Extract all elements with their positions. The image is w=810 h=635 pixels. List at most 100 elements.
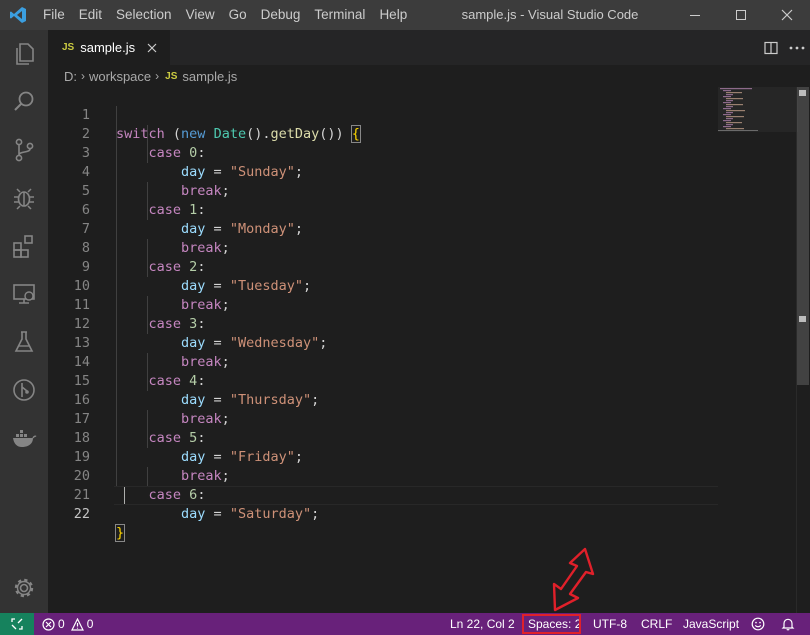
- more-actions-button[interactable]: [784, 30, 810, 65]
- tab-sample-js[interactable]: JS sample.js: [48, 30, 170, 65]
- warning-icon: [70, 617, 84, 631]
- maximize-icon: [736, 10, 746, 20]
- code-line: 14 case 4:: [48, 334, 718, 389]
- code-line: 22 }: [48, 486, 718, 542]
- tab-label: sample.js: [80, 40, 136, 55]
- breadcrumb-folder[interactable]: workspace: [89, 69, 151, 84]
- code-line: 10 break;: [48, 258, 718, 313]
- feedback-button[interactable]: [751, 613, 765, 635]
- extensions-icon: [13, 235, 33, 258]
- annotation-arrow: [552, 547, 595, 612]
- warning-count: 0: [86, 617, 94, 631]
- files-icon: [16, 43, 34, 65]
- scrollbar-thumb[interactable]: [797, 87, 809, 385]
- menu-debug[interactable]: Debug: [254, 0, 308, 30]
- code-editor[interactable]: 1 switch (new Date().getDay()) { 2 case …: [48, 87, 798, 613]
- encoding-selector[interactable]: UTF-8: [593, 613, 627, 635]
- split-editor-button[interactable]: [758, 30, 784, 65]
- status-bar: 0 0 Ln 22, Col 2 Spaces: 2 UTF-8 CRLF Ja…: [0, 613, 810, 635]
- breadcrumb-drive[interactable]: D:: [64, 69, 77, 84]
- code-line: 16 break;: [48, 372, 718, 427]
- error-count: 0: [58, 617, 65, 631]
- code-line: 3 day = "Sunday";: [48, 125, 718, 180]
- activity-bar: [0, 30, 48, 613]
- menu-file[interactable]: File: [36, 0, 72, 30]
- minimize-icon: [690, 15, 700, 16]
- code-line: 6 day = "Monday";: [48, 182, 718, 237]
- source-control-icon: [15, 138, 34, 162]
- code-line: 19 break;: [48, 429, 718, 484]
- breadcrumb: D: › workspace › JS sample.js: [48, 65, 810, 87]
- cursor-position[interactable]: Ln 22, Col 2: [450, 613, 515, 635]
- window-controls: [672, 0, 810, 30]
- text-cursor: [124, 487, 125, 504]
- code-line: 7 break;: [48, 201, 718, 256]
- code-line: 21 day = "Saturday";: [48, 467, 718, 522]
- chevron-right-icon: ›: [155, 69, 160, 83]
- bell-icon: [781, 618, 795, 631]
- title-bar: File Edit Selection View Go Debug Termin…: [0, 0, 810, 30]
- minimap[interactable]: [718, 87, 798, 147]
- settings-button[interactable]: [0, 564, 48, 612]
- code-text: day = "Saturday";: [181, 506, 320, 522]
- maximize-button[interactable]: [718, 0, 764, 30]
- extensions-button[interactable]: [0, 222, 48, 270]
- annotation-highlight-box: [522, 614, 581, 634]
- code-line: 4 break;: [48, 144, 718, 199]
- git-graph-button[interactable]: [0, 366, 48, 414]
- source-control-button[interactable]: [0, 126, 48, 174]
- search-button[interactable]: [0, 78, 48, 126]
- tab-bar: JS sample.js: [48, 30, 810, 65]
- minimap-preview: [718, 87, 798, 132]
- menu-bar: File Edit Selection View Go Debug Termin…: [36, 0, 414, 30]
- menu-go[interactable]: Go: [222, 0, 254, 30]
- debug-button[interactable]: [0, 174, 48, 222]
- javascript-file-icon: JS: [62, 42, 75, 53]
- code-line: 9 day = "Tuesday";: [48, 239, 718, 294]
- code-line: 12 day = "Wednesday";: [48, 296, 718, 351]
- explorer-button[interactable]: [0, 30, 48, 78]
- smiley-icon: [751, 617, 765, 631]
- overview-ruler-mark: [799, 90, 806, 96]
- code-line: 20 case 6:: [48, 448, 718, 503]
- problems-indicator[interactable]: 0 0: [42, 613, 93, 635]
- search-icon: [14, 91, 34, 111]
- editor-actions: [758, 30, 810, 65]
- menu-help[interactable]: Help: [372, 0, 414, 30]
- flask-icon: [14, 331, 34, 352]
- close-window-button[interactable]: [764, 0, 810, 30]
- testing-button[interactable]: [0, 318, 48, 366]
- vscode-logo-icon: [0, 0, 36, 30]
- code-line: 17 case 5:: [48, 391, 718, 446]
- remote-explorer-button[interactable]: [0, 270, 48, 318]
- code-line: 5 case 1:: [48, 163, 718, 218]
- notifications-button[interactable]: [781, 613, 795, 635]
- code-line: 1 switch (new Date().getDay()) {: [48, 87, 718, 143]
- docker-button[interactable]: [0, 414, 48, 462]
- javascript-file-icon: JS: [165, 70, 178, 82]
- language-mode-selector[interactable]: JavaScript: [683, 613, 739, 635]
- overview-ruler-mark: [799, 316, 806, 322]
- git-graph-icon: [13, 379, 35, 401]
- code-text: }: [114, 524, 126, 542]
- menu-view[interactable]: View: [179, 0, 222, 30]
- more-icon: [789, 46, 805, 49]
- code-line: 15 day = "Thursday";: [48, 353, 718, 408]
- breadcrumb-file[interactable]: sample.js: [182, 69, 237, 84]
- line-number: 22: [73, 506, 90, 522]
- menu-selection[interactable]: Selection: [109, 0, 179, 30]
- code-line: 11 case 3:: [48, 277, 718, 332]
- menu-terminal[interactable]: Terminal: [307, 0, 372, 30]
- tab-close-button[interactable]: [147, 40, 157, 56]
- menu-edit[interactable]: Edit: [72, 0, 109, 30]
- minimize-button[interactable]: [672, 0, 718, 30]
- end-of-line-selector[interactable]: CRLF: [641, 613, 672, 635]
- docker-icon: [13, 430, 37, 447]
- error-icon: [42, 617, 55, 631]
- gear-icon: [14, 578, 34, 598]
- remote-indicator-button[interactable]: [0, 613, 34, 635]
- code-line: 18 day = "Friday";: [48, 410, 718, 465]
- remote-icon: [11, 618, 23, 630]
- code-line: 2 case 0:: [48, 106, 718, 161]
- chevron-right-icon: ›: [81, 69, 85, 83]
